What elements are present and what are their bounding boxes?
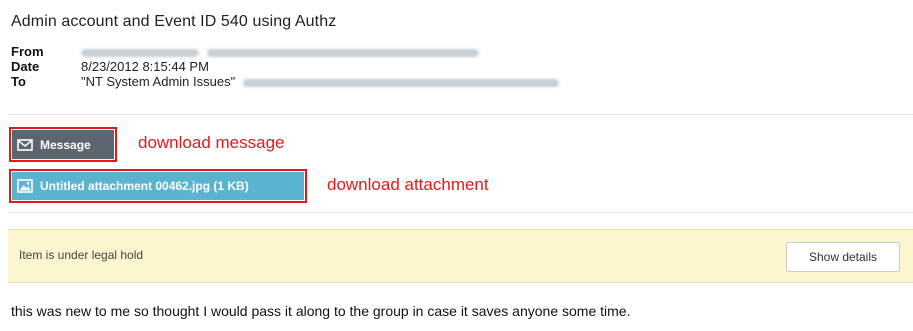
- show-details-button[interactable]: Show details: [786, 242, 900, 272]
- from-row: From: [11, 44, 559, 59]
- date-row: Date 8/23/2012 8:15:44 PM: [11, 59, 559, 74]
- download-attachment-button[interactable]: Untitled attachment 00462.jpg (1 KB): [12, 172, 304, 200]
- legal-hold-banner: Item is under legal hold Show details: [8, 229, 913, 283]
- email-header: From Date 8/23/2012 8:15:44 PM To "NT Sy…: [11, 44, 559, 89]
- from-label: From: [11, 44, 44, 59]
- to-value: "NT System Admin Issues": [81, 74, 559, 89]
- download-message-annotation: download message: [138, 133, 285, 152]
- to-name: "NT System Admin Issues": [81, 74, 236, 89]
- date-value: 8/23/2012 8:15:44 PM: [81, 59, 209, 74]
- to-label: To: [11, 74, 26, 89]
- date-label: Date: [11, 59, 40, 74]
- download-message-button[interactable]: Message: [12, 130, 114, 159]
- email-body-text: this was new to me so thought I would pa…: [11, 303, 631, 319]
- header-divider: [8, 114, 913, 115]
- envelope-icon: [17, 138, 33, 151]
- to-address-redacted: [242, 78, 559, 87]
- to-row: To "NT System Admin Issues": [11, 74, 559, 89]
- attachments-divider: [8, 212, 913, 213]
- message-button-label: Message: [40, 137, 91, 152]
- image-icon: [17, 179, 33, 193]
- from-value-redacted: [81, 44, 479, 59]
- email-subject: Admin account and Event ID 540 using Aut…: [11, 13, 337, 30]
- legal-hold-text: Item is under legal hold: [19, 248, 144, 262]
- attachment-button-label: Untitled attachment 00462.jpg (1 KB): [40, 179, 249, 193]
- download-attachment-annotation: download attachment: [327, 175, 489, 194]
